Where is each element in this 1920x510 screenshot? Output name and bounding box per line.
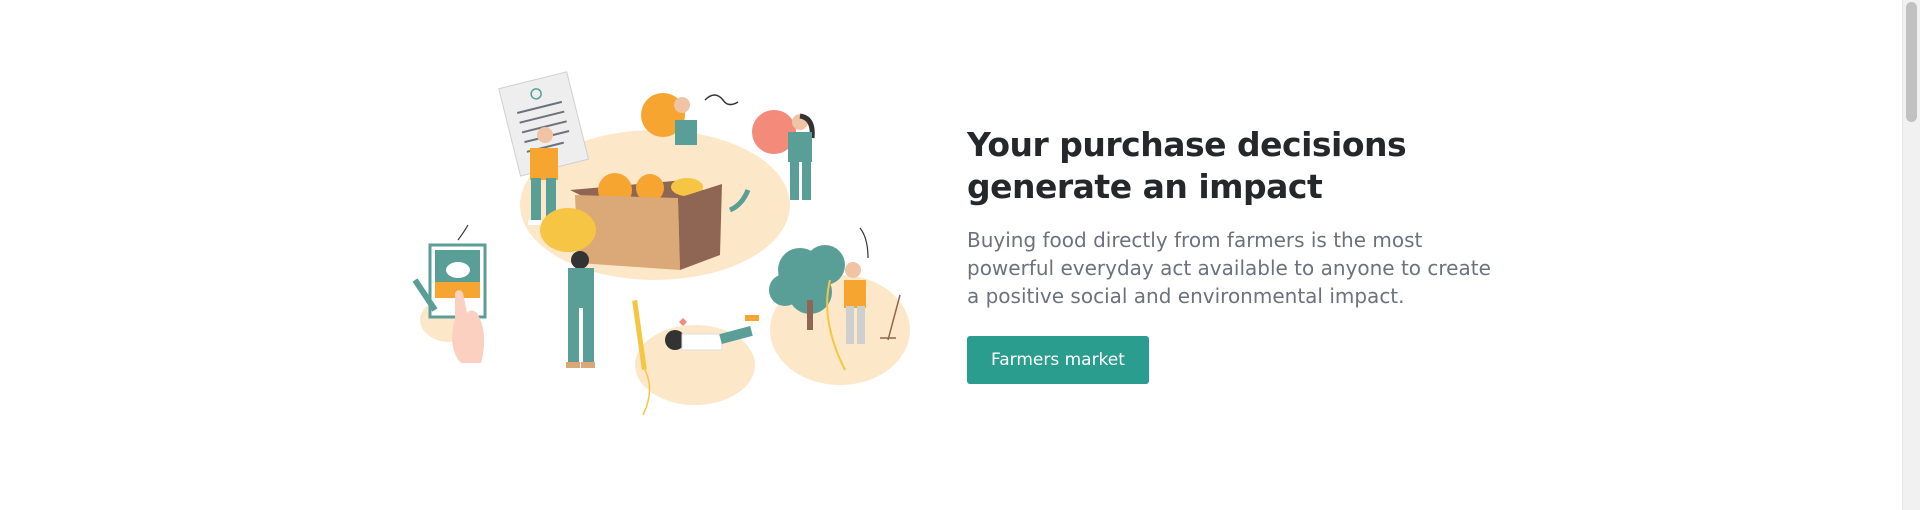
- vertical-scrollbar[interactable]: [1902, 0, 1920, 510]
- farmers-illustration: [400, 70, 920, 440]
- hero-content: Your purchase decisions generate an impa…: [967, 124, 1527, 384]
- hero-title: Your purchase decisions generate an impa…: [967, 125, 1407, 206]
- scrollbar-thumb[interactable]: [1906, 2, 1917, 122]
- farmers-produce-illustration-icon: [412, 71, 910, 416]
- farmers-market-button[interactable]: Farmers market: [967, 336, 1149, 384]
- hero-description: Buying food directly from farmers is the…: [967, 228, 1491, 308]
- page: Your purchase decisions generate an impa…: [0, 0, 1920, 510]
